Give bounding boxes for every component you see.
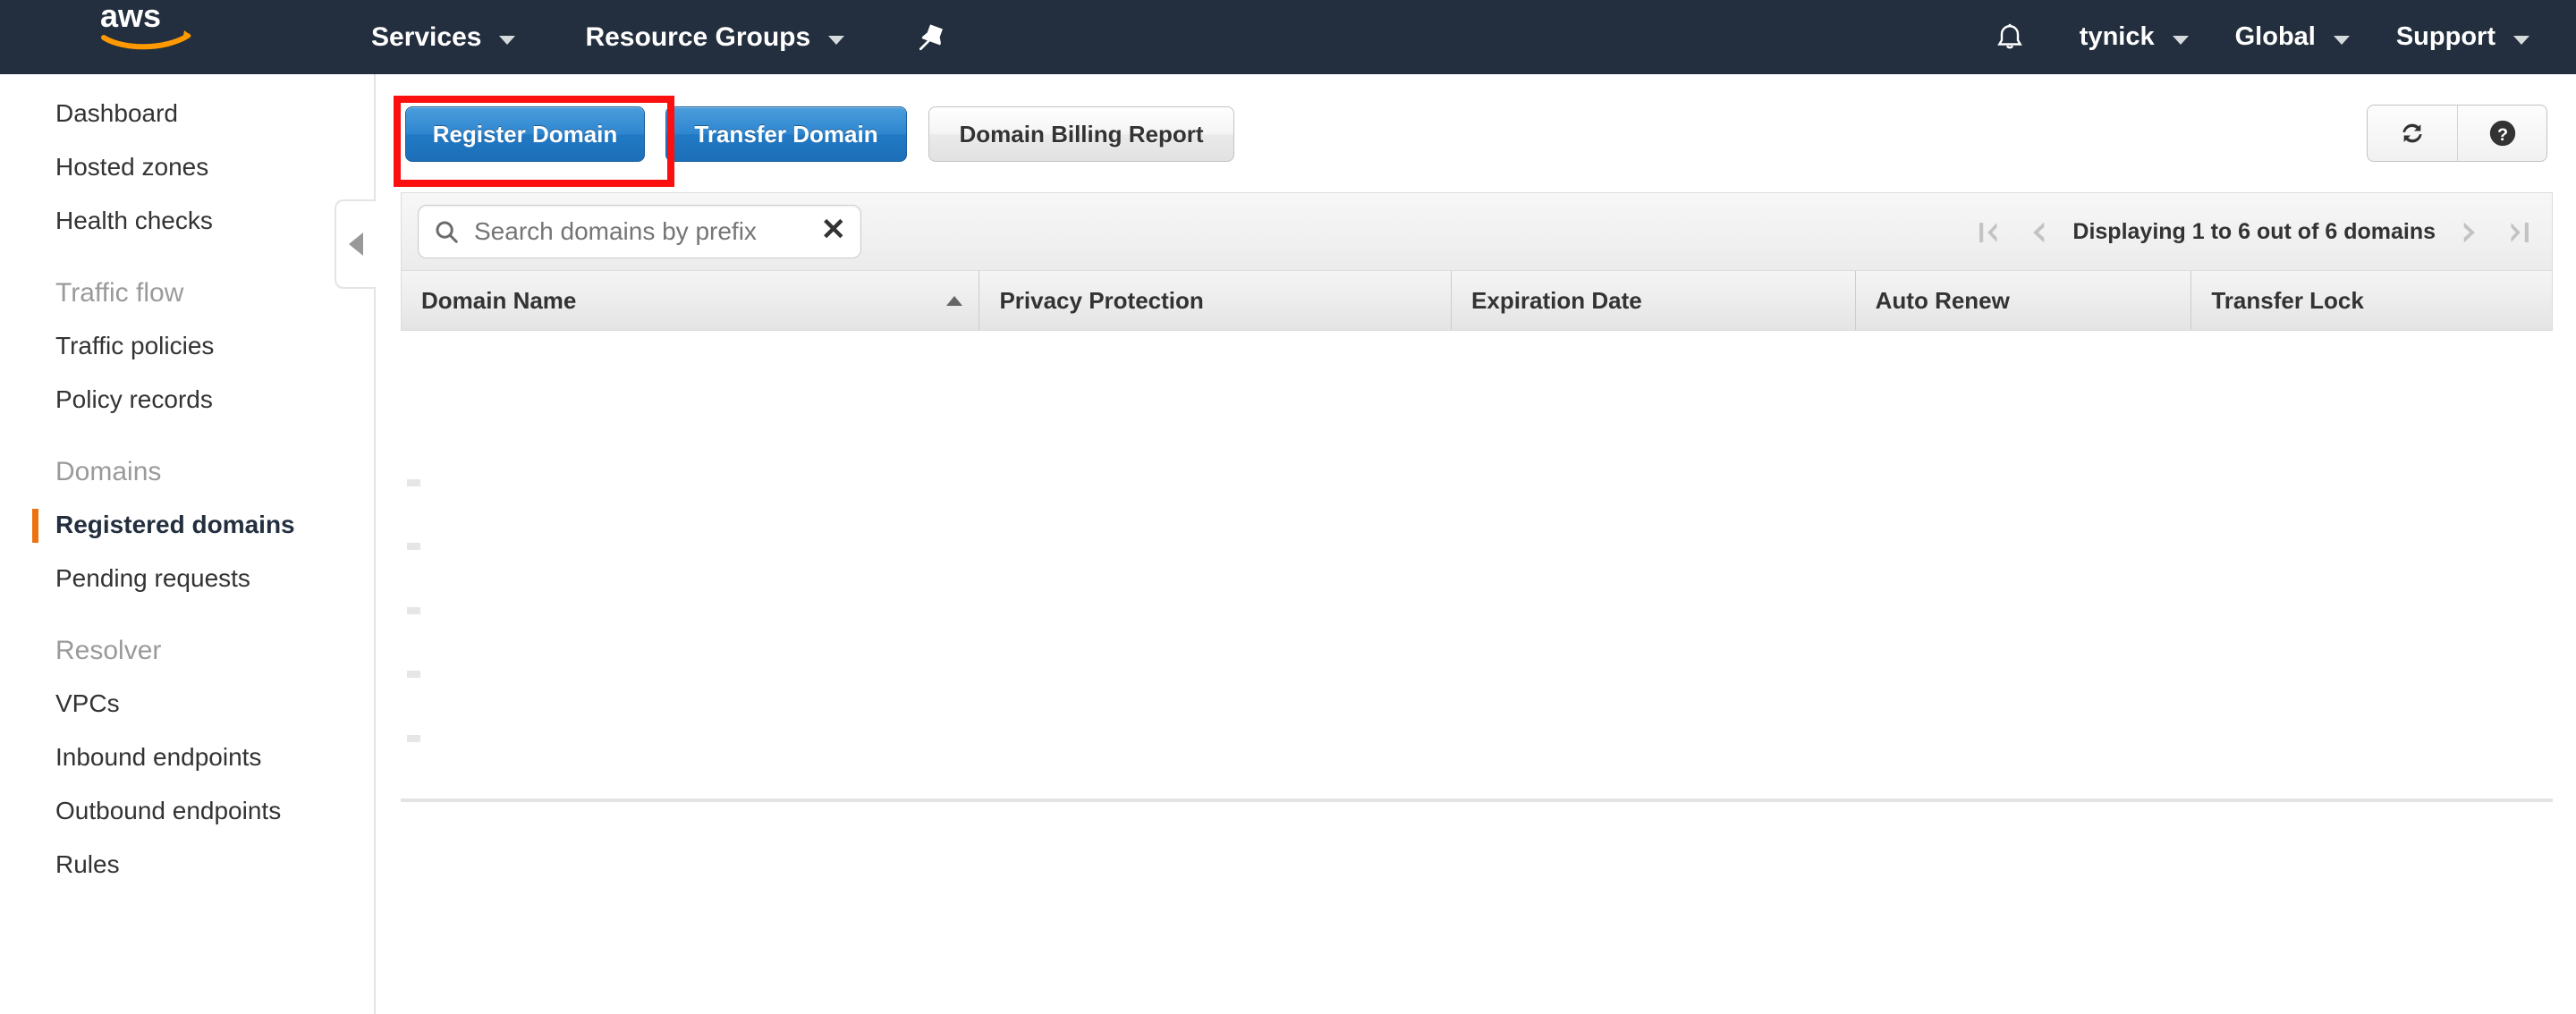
column-header-privacy-protection[interactable]: Privacy Protection: [979, 271, 1451, 330]
sidebar-item-label: Outbound endpoints: [55, 797, 282, 824]
column-header-domain-name[interactable]: Domain Name: [402, 271, 979, 330]
column-header-label: Privacy Protection: [999, 286, 1204, 314]
nav-services[interactable]: Services: [371, 0, 516, 74]
sidebar-item-label: VPCs: [55, 689, 120, 717]
sidebar-section-gap: [0, 605, 374, 625]
column-header-expiration-date[interactable]: Expiration Date: [1451, 271, 1855, 330]
sidebar-item-hosted-zones[interactable]: Hosted zones: [0, 140, 374, 194]
previous-page-button[interactable]: [2026, 217, 2049, 248]
bell-icon: [1994, 20, 2026, 55]
sidebar-item-label: Pending requests: [55, 564, 250, 592]
sidebar-item-traffic-policies[interactable]: Traffic policies: [0, 319, 374, 373]
chevron-down-icon: [2172, 35, 2189, 45]
table-row: [407, 479, 420, 486]
search-input-placeholder: Search domains by prefix: [474, 217, 757, 245]
chevron-down-icon: [499, 35, 516, 45]
svg-text:aws: aws: [100, 0, 161, 34]
register-domain-button[interactable]: Register Domain: [405, 106, 645, 162]
sidebar-heading-domains: Domains: [55, 457, 162, 486]
help-circle-icon: ?: [2487, 118, 2518, 148]
sidebar-item-dashboard[interactable]: Dashboard: [0, 87, 374, 140]
table-controls-bar: Search domains by prefix ✕ Displaying 1 …: [401, 192, 2553, 270]
sidebar-item-label: Health checks: [55, 207, 213, 234]
last-page-button[interactable]: [2505, 217, 2532, 248]
chevron-down-icon: [2333, 35, 2350, 45]
sidebar-item-label: Traffic policies: [55, 332, 215, 359]
topnav-right-group: tynick Global Support: [1994, 0, 2576, 74]
sidebar-section-gap: [0, 248, 374, 267]
first-page-button[interactable]: [1976, 217, 2003, 248]
aws-logo[interactable]: aws: [98, 0, 197, 74]
nav-account-menu[interactable]: tynick: [2080, 0, 2189, 74]
notifications-button[interactable]: [1994, 0, 2026, 74]
sidebar-item-inbound-endpoints[interactable]: Inbound endpoints: [0, 731, 374, 784]
toolbar-icon-group: ?: [2367, 105, 2547, 162]
column-header-label: Auto Renew: [1875, 286, 2010, 314]
sidebar-item-label: Hosted zones: [55, 153, 209, 181]
table-row: [407, 607, 420, 614]
sidebar-item-rules[interactable]: Rules: [0, 838, 374, 891]
nav-region-label: Global: [2234, 22, 2316, 51]
chevron-down-icon: [2513, 35, 2529, 45]
topnav-left-group: aws Services Resource Groups: [0, 0, 948, 74]
main-content: Register Domain Transfer Domain Domain B…: [377, 74, 2576, 1014]
domains-table-body: [401, 331, 2553, 802]
sidebar-item-outbound-endpoints[interactable]: Outbound endpoints: [0, 784, 374, 838]
sidebar: Dashboard Hosted zones Health checks Traffi…: [0, 74, 376, 1014]
pagination-status: Displaying 1 to 6 out of 6 domains: [2072, 219, 2436, 244]
table-row: [407, 735, 420, 742]
nav-resource-groups-label: Resource Groups: [585, 21, 811, 52]
table-row: [407, 543, 420, 550]
nav-resource-groups[interactable]: Resource Groups: [585, 0, 845, 74]
sidebar-item-label: Rules: [55, 850, 120, 878]
clear-search-icon[interactable]: ✕: [821, 215, 847, 249]
help-button[interactable]: ?: [2457, 106, 2546, 161]
nav-region-menu[interactable]: Global: [2235, 0, 2350, 74]
column-header-label: Domain Name: [421, 286, 577, 314]
sidebar-heading-traffic-flow: Traffic flow: [55, 278, 184, 308]
domain-billing-report-label: Domain Billing Report: [959, 120, 1204, 148]
nav-support-menu[interactable]: Support: [2396, 0, 2529, 74]
nav-account-label: tynick: [2079, 22, 2155, 51]
refresh-icon: [2397, 118, 2428, 148]
column-header-auto-renew[interactable]: Auto Renew: [1854, 271, 2191, 330]
svg-text:?: ?: [2496, 125, 2507, 145]
sidebar-collapse-button[interactable]: [335, 199, 376, 289]
column-header-transfer-lock[interactable]: Transfer Lock: [2190, 271, 2552, 330]
domains-table-header: Domain Name Privacy Protection Expiration …: [401, 270, 2553, 331]
sort-ascending-icon: [946, 295, 963, 306]
sidebar-item-label: Inbound endpoints: [55, 743, 262, 771]
column-header-label: Transfer Lock: [2211, 286, 2364, 314]
chevron-down-icon: [828, 35, 845, 45]
sidebar-nav-list: Dashboard Hosted zones Health checks Traffi…: [0, 87, 374, 891]
column-header-label: Expiration Date: [1471, 286, 1642, 314]
sidebar-section-gap: [0, 427, 374, 446]
action-toolbar: Register Domain Transfer Domain Domain B…: [377, 74, 2576, 192]
sidebar-item-registered-domains[interactable]: Registered domains: [0, 498, 374, 552]
sidebar-item-label: Policy records: [55, 385, 213, 413]
sidebar-item-label: Registered domains: [55, 511, 295, 538]
transfer-domain-button[interactable]: Transfer Domain: [665, 106, 907, 162]
register-domain-label: Register Domain: [432, 120, 618, 148]
refresh-button[interactable]: [2368, 106, 2457, 161]
chevron-left-icon: [349, 232, 363, 256]
search-icon: [433, 218, 460, 245]
sidebar-item-policy-records[interactable]: Policy records: [0, 373, 374, 427]
pin-icon[interactable]: [916, 0, 948, 74]
transfer-domain-label: Transfer Domain: [694, 120, 878, 148]
nav-support-label: Support: [2395, 22, 2496, 51]
sidebar-item-pending-requests[interactable]: Pending requests: [0, 552, 374, 605]
sidebar-heading-resolver: Resolver: [55, 636, 162, 665]
table-row: [407, 671, 420, 678]
search-domains-field[interactable]: Search domains by prefix ✕: [418, 205, 861, 258]
pagination-controls: Displaying 1 to 6 out of 6 domains: [1976, 193, 2532, 271]
domain-billing-report-button[interactable]: Domain Billing Report: [928, 106, 1234, 162]
sidebar-item-vpcs[interactable]: VPCs: [0, 677, 374, 731]
next-page-button[interactable]: [2459, 217, 2482, 248]
top-navigation-bar: aws Services Resource Groups tynick Glob…: [0, 0, 2576, 74]
sidebar-item-health-checks[interactable]: Health checks: [0, 194, 374, 248]
nav-services-label: Services: [371, 21, 482, 52]
sidebar-item-label: Dashboard: [55, 99, 178, 127]
